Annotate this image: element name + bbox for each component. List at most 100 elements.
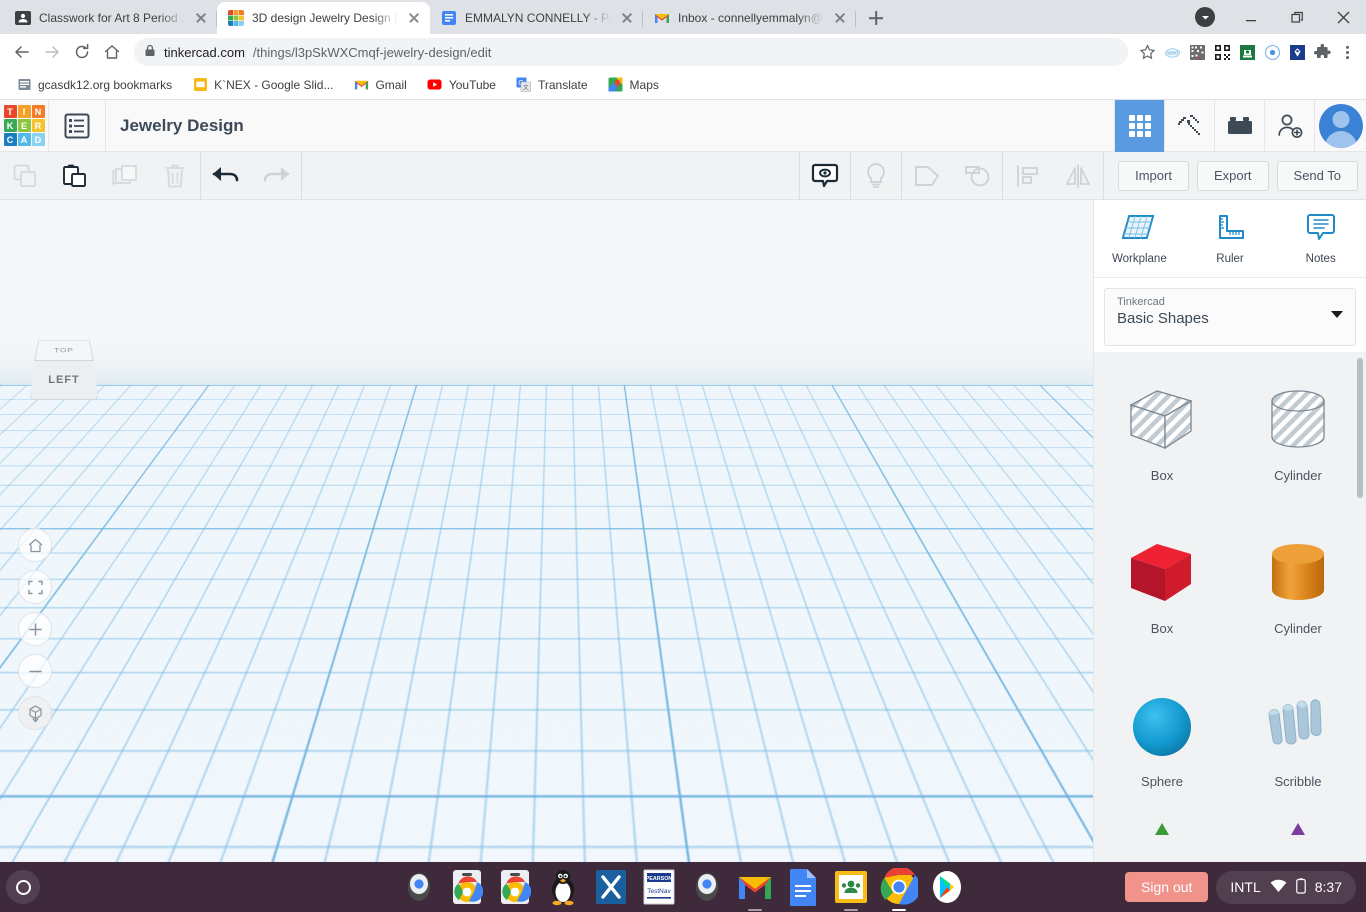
paste-icon[interactable] — [50, 152, 100, 200]
zoom-out-icon[interactable] — [18, 654, 52, 688]
fit-to-view-icon[interactable] — [18, 570, 52, 604]
bookmark-star-icon[interactable] — [1136, 41, 1158, 63]
view-cube-top-face[interactable]: TOP — [34, 340, 94, 362]
import-button[interactable]: Import — [1118, 161, 1189, 191]
ortho-perspective-icon[interactable] — [18, 696, 52, 730]
close-icon[interactable] — [406, 10, 422, 26]
notes-tool[interactable]: Notes — [1275, 200, 1366, 277]
zoom-in-icon[interactable] — [18, 612, 52, 646]
extensions-puzzle-icon[interactable] — [1311, 41, 1333, 63]
snap-grid-select[interactable]: 1/16 in — [1002, 830, 1073, 854]
word-cloud-icon[interactable]: word — [1161, 41, 1183, 63]
shape-item-hole-box[interactable]: Box — [1094, 368, 1230, 497]
add-person-icon[interactable] — [1264, 100, 1314, 152]
running-indicator — [748, 909, 762, 912]
page-title[interactable]: Jewelry Design — [106, 116, 244, 136]
chrome-icon[interactable] — [879, 867, 919, 907]
maps-icon — [608, 77, 624, 93]
model-sphere-petal[interactable] — [576, 543, 634, 601]
3d-viewport[interactable]: TOP LEFT Edit Grid Snap Grid — [0, 200, 1093, 862]
ruler-tool[interactable]: Ruler — [1185, 200, 1276, 277]
home-icon[interactable] — [98, 38, 126, 66]
minecraft-pickaxe-icon[interactable] — [1164, 100, 1214, 152]
shape-item-partial[interactable] — [1094, 821, 1230, 835]
password-manager-icon[interactable] — [1286, 41, 1308, 63]
shape-item-solid-box[interactable]: Box — [1094, 521, 1230, 650]
address-bar[interactable]: tinkercad.com/things/l3pSkWXCmqf-jewelry… — [134, 38, 1128, 66]
qr-scan-icon[interactable] — [1186, 41, 1208, 63]
workplane-tool[interactable]: Workplane — [1094, 200, 1185, 277]
grid-gallery-icon[interactable] — [1114, 100, 1164, 152]
snap-grid-label: Snap Grid — [940, 835, 994, 849]
circle-target-icon[interactable] — [1261, 41, 1283, 63]
new-tab-button[interactable] — [862, 4, 890, 32]
bookmark-item[interactable]: G文 Translate — [508, 74, 596, 96]
edit-grid-button[interactable]: Edit Grid — [992, 798, 1061, 820]
view-cube-left-face[interactable]: LEFT — [30, 360, 98, 400]
shapes-scrollbar[interactable] — [1357, 358, 1363, 498]
camera-icon-2[interactable] — [687, 867, 727, 907]
bookmark-item[interactable]: Gmail — [345, 74, 414, 96]
google-docs-icon[interactable] — [783, 867, 823, 907]
shapes-grid[interactable]: Box Cylinder — [1094, 352, 1366, 862]
close-icon[interactable] — [832, 10, 848, 26]
bookmark-item[interactable]: gcasdk12.org bookmarks — [8, 74, 180, 96]
close-icon[interactable] — [193, 10, 209, 26]
browser-tab[interactable]: Classwork for Art 8 Period 1, MP — [4, 2, 217, 34]
export-button[interactable]: Export — [1197, 161, 1269, 191]
back-icon[interactable] — [8, 38, 36, 66]
browser-tab[interactable]: Inbox - connellyemmalyn@gcas — [643, 2, 856, 34]
gmail-icon — [353, 77, 369, 93]
reload-icon[interactable] — [68, 38, 96, 66]
x-blue-app-icon[interactable] — [591, 867, 631, 907]
camera-icon[interactable] — [399, 867, 439, 907]
lego-brick-icon[interactable] — [1214, 100, 1264, 152]
shape-library-select[interactable]: Tinkercad Basic Shapes — [1104, 288, 1356, 346]
browser-tab-active[interactable]: 3D design Jewelry Design | Tinke — [217, 2, 430, 34]
jewelry-model[interactable] — [410, 480, 660, 610]
shape-item-hole-cylinder[interactable]: Cylinder — [1230, 368, 1366, 497]
bookmark-item[interactable]: K`NEX - Google Slid... — [184, 74, 341, 96]
home-view-icon[interactable] — [18, 528, 52, 562]
shape-item-sphere[interactable]: Sphere — [1094, 674, 1230, 803]
view-cube[interactable]: TOP LEFT — [22, 328, 106, 404]
shape-item-solid-cylinder[interactable]: Cylinder — [1230, 521, 1366, 650]
shapes-row: Box Cylinder — [1094, 521, 1366, 650]
shape-item-partial[interactable] — [1230, 821, 1366, 835]
shape-label: Cylinder — [1274, 621, 1322, 636]
chrome-menu-icon[interactable] — [1336, 41, 1358, 63]
close-icon[interactable] — [1320, 0, 1366, 34]
workplane-label: Workplane — [1112, 253, 1167, 265]
bookmark-item[interactable]: YouTube — [419, 74, 504, 96]
screencastify-icon[interactable] — [1236, 41, 1258, 63]
user-avatar[interactable] — [1314, 100, 1366, 152]
designs-list-icon[interactable] — [49, 100, 105, 152]
close-icon[interactable] — [619, 10, 635, 26]
tinkercad-logo[interactable]: TINKERCAD — [0, 100, 48, 152]
play-store-icon[interactable] — [927, 867, 967, 907]
shapes-panel: Workplane Ruler Notes Tinkercad Basic Sh… — [1093, 200, 1366, 862]
ruler-label: Ruler — [1216, 253, 1243, 265]
lock-icon — [144, 44, 156, 60]
shapes-row: Box Cylinder — [1094, 368, 1366, 497]
bookmark-item[interactable]: Maps — [600, 74, 667, 96]
profile-chevron-icon[interactable] — [1182, 0, 1228, 34]
chrome-app-shortcut-icon-2[interactable] — [495, 867, 535, 907]
model-sphere-petal[interactable] — [522, 543, 580, 601]
chevron-down-icon[interactable] — [1331, 311, 1343, 318]
tux-penguin-icon[interactable] — [543, 867, 583, 907]
minimize-icon[interactable] — [1228, 0, 1274, 34]
qr-code-icon[interactable] — [1211, 41, 1233, 63]
shape-item-scribble[interactable]: Scribble — [1230, 674, 1366, 803]
undo-icon[interactable] — [201, 152, 251, 200]
pearson-testnav-icon[interactable]: PEARSONTestNav — [639, 867, 679, 907]
note-icon[interactable] — [800, 152, 850, 200]
google-classroom-icon[interactable] — [831, 867, 871, 907]
chrome-app-shortcut-icon[interactable] — [447, 867, 487, 907]
bookmark-label: Translate — [538, 78, 588, 92]
browser-toolbar: tinkercad.com/things/l3pSkWXCmqf-jewelry… — [0, 34, 1366, 70]
send-to-button[interactable]: Send To — [1277, 161, 1358, 191]
browser-tab[interactable]: EMMALYN CONNELLY - Photo Do — [430, 2, 643, 34]
restore-icon[interactable] — [1274, 0, 1320, 34]
gmail-icon[interactable] — [735, 867, 775, 907]
